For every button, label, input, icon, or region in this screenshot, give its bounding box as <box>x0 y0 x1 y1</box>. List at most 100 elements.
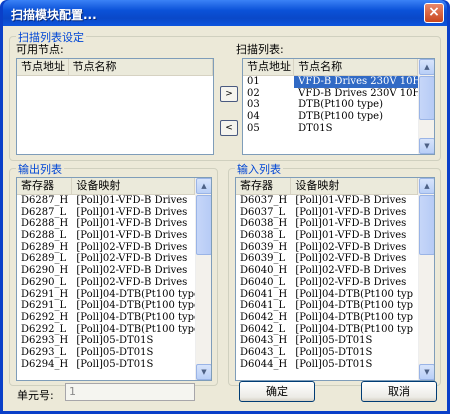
dialog-window: 扫描模块配置... × 扫描列表设定 可用节点: 扫描列表: 节点地址 节点名称… <box>0 0 450 414</box>
list-item[interactable]: D6290_L [Poll]02-VFD-B Drives <box>17 277 195 289</box>
cell-value: [Poll]04-DTB(Pt100 type <box>76 323 195 335</box>
column-header[interactable]: 寄存器 <box>236 178 292 194</box>
cell-value: [Poll]01-VFD-B Drives <box>295 206 407 218</box>
list-item[interactable]: D6040_L [Poll]02-VFD-B Drives <box>236 277 418 289</box>
available-nodes-list[interactable]: 节点地址 节点名称 <box>16 58 214 155</box>
cell-value: DTB(Pt100 type) <box>298 111 383 123</box>
cancel-button[interactable]: 取消 <box>361 381 437 402</box>
list-item[interactable]: 01 VFD-B Drives 230V 10HP <box>243 76 418 88</box>
cell-value: VFD-B Drives 230V 10HP <box>298 87 418 99</box>
list-item[interactable]: 03 DTB(Pt100 type) <box>243 99 418 111</box>
scroll-down-icon[interactable]: ▼ <box>419 138 434 154</box>
list-item[interactable]: D6037_L [Poll]01-VFD-B Drives <box>236 207 418 219</box>
column-header[interactable]: 节点地址 <box>243 59 295 75</box>
list-item[interactable]: 02 VFD-B Drives 230V 10HP <box>243 88 418 100</box>
cell-key: D6290_L <box>21 276 67 288</box>
scroll-up-icon[interactable]: ▲ <box>419 178 434 194</box>
cell-value: [Poll]02-VFD-B Drives <box>295 276 407 288</box>
list-item[interactable]: D6037_H [Poll]01-VFD-B Drives <box>236 195 418 207</box>
list-item[interactable]: D6040_H [Poll]02-VFD-B Drives <box>236 265 418 277</box>
cell-key: D6040_L <box>240 276 286 288</box>
cell-key: D6043_L <box>240 346 286 358</box>
column-header[interactable]: 寄存器 <box>17 178 73 194</box>
output-list-header: 寄存器 设备映射 <box>17 178 195 195</box>
list-item[interactable]: D6291_L [Poll]04-DTB(Pt100 type <box>17 300 195 312</box>
list-item[interactable]: D6038_L [Poll]01-VFD-B Drives <box>236 230 418 242</box>
scan-list-group: 扫描列表设定 可用节点: 扫描列表: 节点地址 节点名称 > < 节点地址 节点… <box>9 29 441 161</box>
cell-value: [Poll]02-VFD-B Drives <box>295 241 407 253</box>
cell-key: 01 <box>247 76 260 87</box>
list-item[interactable]: D6293_H [Poll]05-DT01S <box>17 335 195 347</box>
cell-key: D6291_L <box>21 300 67 312</box>
available-nodes-header: 节点地址 节点名称 <box>17 59 213 76</box>
list-item[interactable]: D6293_L [Poll]05-DT01S <box>17 347 195 359</box>
list-item[interactable]: D6292_L [Poll]04-DTB(Pt100 type <box>17 324 195 336</box>
list-item[interactable]: D6039_L [Poll]02-VFD-B Drives <box>236 253 418 265</box>
dialog-client: 扫描列表设定 可用节点: 扫描列表: 节点地址 节点名称 > < 节点地址 节点… <box>3 26 447 411</box>
column-header[interactable]: 设备映射 <box>291 178 418 194</box>
scroll-up-icon[interactable]: ▲ <box>419 59 434 75</box>
cell-key: D6292_L <box>21 323 67 335</box>
scan-list-label: 扫描列表: <box>236 43 284 56</box>
unit-number-field[interactable]: 1 <box>65 383 195 401</box>
list-item[interactable]: D6289_L [Poll]02-VFD-B Drives <box>17 253 195 265</box>
cell-value: [Poll]02-VFD-B Drives <box>76 253 188 265</box>
scroll-thumb[interactable] <box>419 195 434 255</box>
list-item[interactable]: 04 DTB(Pt100 type) <box>243 111 418 123</box>
list-item[interactable]: D6042_H [Poll]04-DTB(Pt100 typ <box>236 312 418 324</box>
list-item[interactable]: D6287_H [Poll]01-VFD-B Drives <box>17 195 195 207</box>
cell-key: D6289_H <box>21 241 69 253</box>
scroll-thumb[interactable] <box>419 76 434 120</box>
scan-list-scrollbar[interactable]: ▲ ▼ <box>418 59 434 154</box>
list-item[interactable]: D6041_L [Poll]04-DTB(Pt100 typ <box>236 300 418 312</box>
cell-value: [Poll]04-DTB(Pt100 typ <box>295 323 414 335</box>
cell-value: [Poll]04-DTB(Pt100 typ <box>295 288 414 300</box>
scroll-down-icon[interactable]: ▼ <box>196 364 211 380</box>
cell-key: D6288_H <box>21 218 69 230</box>
cell-value: [Poll]05-DT01S <box>76 358 154 370</box>
list-item[interactable]: D6292_H [Poll]04-DTB(Pt100 type <box>17 312 195 324</box>
input-list-scrollbar[interactable]: ▲ ▼ <box>418 178 434 380</box>
list-item[interactable]: D6041_H [Poll]04-DTB(Pt100 typ <box>236 289 418 301</box>
column-header[interactable]: 设备映射 <box>72 178 195 194</box>
list-item[interactable]: D6289_H [Poll]02-VFD-B Drives <box>17 242 195 254</box>
list-item[interactable]: D6294_H [Poll]05-DT01S <box>17 359 195 371</box>
scroll-down-icon[interactable]: ▼ <box>419 364 434 380</box>
output-list-scrollbar[interactable]: ▲ ▼ <box>195 178 211 380</box>
list-item[interactable]: D6043_L [Poll]05-DT01S <box>236 347 418 359</box>
cell-key: D6287_L <box>21 206 67 218</box>
title-bar[interactable]: 扫描模块配置... × <box>3 0 447 26</box>
list-item[interactable]: D6291_H [Poll]04-DTB(Pt100 type <box>17 289 195 301</box>
scan-list-header: 节点地址 节点名称 <box>243 59 418 76</box>
list-item[interactable]: D6039_H [Poll]02-VFD-B Drives <box>236 242 418 254</box>
input-list[interactable]: 寄存器 设备映射 D6037_H [Poll]01-VFD-B Drives D60… <box>235 177 435 381</box>
cell-value: [Poll]05-DT01S <box>76 335 154 347</box>
column-header[interactable]: 节点名称 <box>69 59 213 75</box>
list-item[interactable]: 05 DT01S <box>243 123 418 135</box>
cell-key: D6037_H <box>240 195 288 206</box>
list-item[interactable]: D6043_H [Poll]05-DT01S <box>236 335 418 347</box>
cell-key: D6039_H <box>240 241 288 253</box>
cell-key: D6037_L <box>240 206 286 218</box>
scan-list[interactable]: 节点地址 节点名称 01 VFD-B Drives 230V 10HP 02 VFD-… <box>242 58 435 155</box>
cell-key: D6043_H <box>240 335 288 347</box>
scroll-up-icon[interactable]: ▲ <box>196 178 211 194</box>
column-header[interactable]: 节点名称 <box>294 59 418 75</box>
list-item[interactable]: D6038_H [Poll]01-VFD-B Drives <box>236 218 418 230</box>
cell-key: D6291_H <box>21 288 69 300</box>
list-item[interactable]: D6288_H [Poll]01-VFD-B Drives <box>17 218 195 230</box>
cell-key: D6041_L <box>240 300 286 312</box>
available-nodes-label: 可用节点: <box>16 43 64 56</box>
ok-button[interactable]: 确定 <box>239 381 315 402</box>
close-icon[interactable]: × <box>424 3 444 23</box>
list-item[interactable]: D6288_L [Poll]01-VFD-B Drives <box>17 230 195 242</box>
list-item[interactable]: D6042_L [Poll]04-DTB(Pt100 typ <box>236 324 418 336</box>
list-item[interactable]: D6044_H [Poll]05-DT01S <box>236 359 418 371</box>
list-item[interactable]: D6287_L [Poll]01-VFD-B Drives <box>17 207 195 219</box>
add-node-button[interactable]: > <box>220 86 238 102</box>
remove-node-button[interactable]: < <box>220 120 238 136</box>
list-item[interactable]: D6290_H [Poll]02-VFD-B Drives <box>17 265 195 277</box>
column-header[interactable]: 节点地址 <box>17 59 69 75</box>
output-list[interactable]: 寄存器 设备映射 D6287_H [Poll]01-VFD-B Drives D62… <box>16 177 212 381</box>
scroll-thumb[interactable] <box>196 195 211 255</box>
